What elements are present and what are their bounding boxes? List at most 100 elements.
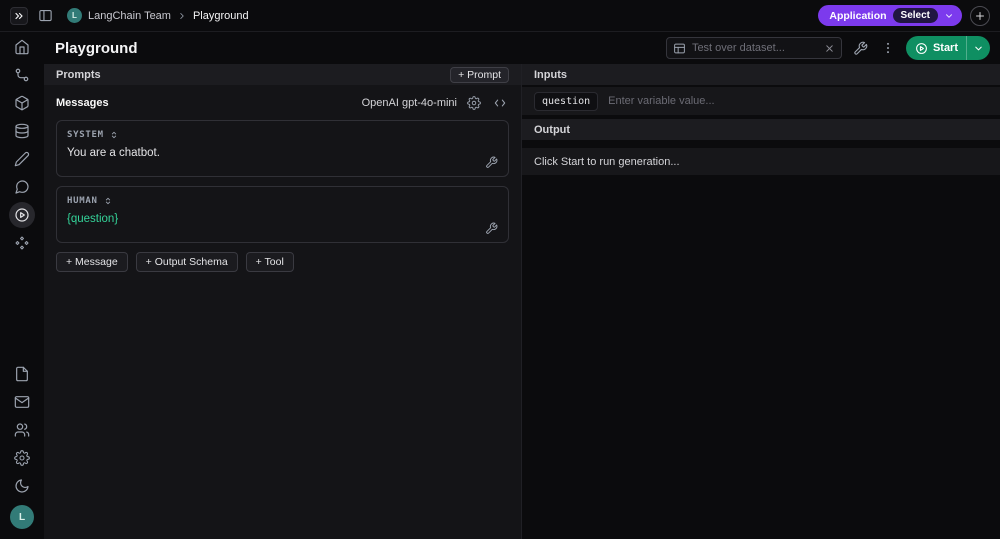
sidebar-bottom: L <box>9 361 35 529</box>
dataset-icon <box>673 42 686 55</box>
role-row: SYSTEM <box>67 130 498 140</box>
message-content[interactable]: {question} <box>67 213 498 225</box>
start-options-button[interactable] <box>967 43 990 54</box>
sidebar-item-annotation[interactable] <box>9 146 35 172</box>
modules-icon <box>14 235 30 251</box>
prompts-panel: Prompts + Prompt Messages OpenAI gpt-4o-… <box>44 64 521 539</box>
inputs-header-bar: Inputs <box>522 64 1000 85</box>
topbar: L LangChain Team Playground Application … <box>0 0 1000 32</box>
panel-toggle-button[interactable] <box>36 6 55 25</box>
pencil-icon <box>14 151 30 167</box>
message-card-system: SYSTEM You are a chatbot. <box>56 120 509 177</box>
document-icon <box>14 366 30 382</box>
topbar-actions: Application Select <box>818 5 990 26</box>
output-header-bar: Output <box>522 119 1000 140</box>
output-empty-text: Click Start to run generation... <box>534 155 680 168</box>
breadcrumb: L LangChain Team Playground <box>67 8 249 23</box>
sidebar-item-docs[interactable] <box>9 361 35 387</box>
messages-header: Messages <box>56 97 109 109</box>
sidebar-item-datasets[interactable] <box>9 118 35 144</box>
gear-icon <box>467 96 481 110</box>
model-settings-button[interactable] <box>465 94 483 112</box>
moon-icon <box>14 478 30 494</box>
messages-bar: Messages OpenAI gpt-4o-mini <box>44 85 521 120</box>
output-empty-state: Click Start to run generation... <box>522 148 1000 175</box>
users-icon <box>14 422 30 438</box>
code-icon <box>493 96 507 110</box>
chat-bubble-icon <box>14 179 30 195</box>
sidebar-item-playground[interactable] <box>9 202 35 228</box>
page-header: Playground Test over dataset... Start <box>44 32 1000 64</box>
start-button[interactable]: Start <box>905 36 990 60</box>
sort-icon[interactable] <box>103 196 113 206</box>
model-cluster: OpenAI gpt-4o-mini <box>362 94 509 112</box>
output-header: Output <box>534 123 571 136</box>
dataset-input[interactable] <box>691 42 818 54</box>
route-icon <box>14 67 30 83</box>
message-card-human: HUMAN {question} <box>56 186 509 243</box>
sidebar-item-projects[interactable] <box>9 90 35 116</box>
sidebar-item-settings[interactable] <box>9 445 35 471</box>
breadcrumb-current[interactable]: Playground <box>193 10 249 22</box>
role-label[interactable]: HUMAN <box>67 196 98 206</box>
sidebar-item-theme[interactable] <box>9 473 35 499</box>
variable-value-input[interactable] <box>608 95 988 107</box>
database-icon <box>14 123 30 139</box>
panel-toggle-icon <box>38 8 53 23</box>
sidebar-item-prompts[interactable] <box>9 174 35 200</box>
role-label[interactable]: SYSTEM <box>67 130 104 140</box>
box-icon <box>14 95 30 111</box>
add-output-schema-button[interactable]: + Output Schema <box>135 252 238 272</box>
home-icon <box>14 39 30 55</box>
add-button[interactable] <box>970 5 990 26</box>
inputs-header: Inputs <box>534 68 567 81</box>
sidebar-item-members[interactable] <box>9 417 35 443</box>
io-panel: Inputs question Output Click Start to ru… <box>521 64 1000 539</box>
langsmith-logo[interactable] <box>10 6 28 25</box>
sidebar-item-tracing[interactable] <box>9 62 35 88</box>
application-button[interactable]: Application Select <box>818 5 962 26</box>
kebab-icon <box>881 41 895 55</box>
sidebar-rail: L <box>0 32 44 539</box>
start-label: Start <box>932 42 958 54</box>
application-select[interactable]: Select <box>892 8 938 23</box>
mail-icon <box>14 394 30 410</box>
add-message-button[interactable]: + Message <box>56 252 128 272</box>
team-avatar: L <box>67 8 82 23</box>
prompts-header: Prompts <box>56 68 101 81</box>
message-content[interactable]: You are a chatbot. <box>67 147 498 159</box>
content: Playground Test over dataset... Start Pr… <box>44 32 1000 539</box>
user-avatar[interactable]: L <box>10 505 34 529</box>
wrench-icon[interactable] <box>485 156 498 169</box>
settings-icon <box>14 450 30 466</box>
add-row: + Message + Output Schema + Tool <box>56 252 509 272</box>
plus-icon <box>974 10 986 22</box>
play-icon <box>915 42 928 55</box>
more-options-button[interactable] <box>879 39 897 57</box>
application-label: Application <box>829 9 887 22</box>
add-tool-button[interactable]: + Tool <box>245 252 294 272</box>
page-title: Playground <box>55 39 138 57</box>
view-code-button[interactable] <box>491 94 509 112</box>
sidebar-item-deployments[interactable] <box>9 230 35 256</box>
chevron-right-icon <box>177 11 187 21</box>
role-row: HUMAN <box>67 196 498 206</box>
prompts-header-bar: Prompts + Prompt <box>44 64 521 85</box>
variable-name: question <box>534 91 599 111</box>
variable-row: question <box>522 87 1000 115</box>
model-selector[interactable]: OpenAI gpt-4o-mini <box>362 97 457 109</box>
chevron-down-icon <box>973 43 984 54</box>
breadcrumb-team[interactable]: LangChain Team <box>88 10 171 22</box>
start-main[interactable]: Start <box>906 42 966 55</box>
wrench-icon <box>853 41 868 56</box>
play-circle-icon <box>14 207 30 223</box>
clear-icon[interactable] <box>824 43 835 54</box>
sidebar-item-feedback[interactable] <box>9 389 35 415</box>
wrench-icon[interactable] <box>485 222 498 235</box>
sort-icon[interactable] <box>109 130 119 140</box>
dataset-search[interactable] <box>665 37 842 59</box>
sidebar-item-home[interactable] <box>9 34 35 60</box>
prompt-tools-button[interactable] <box>851 39 870 58</box>
add-prompt-button[interactable]: + Prompt <box>450 66 509 83</box>
header-controls: Start <box>665 36 990 60</box>
